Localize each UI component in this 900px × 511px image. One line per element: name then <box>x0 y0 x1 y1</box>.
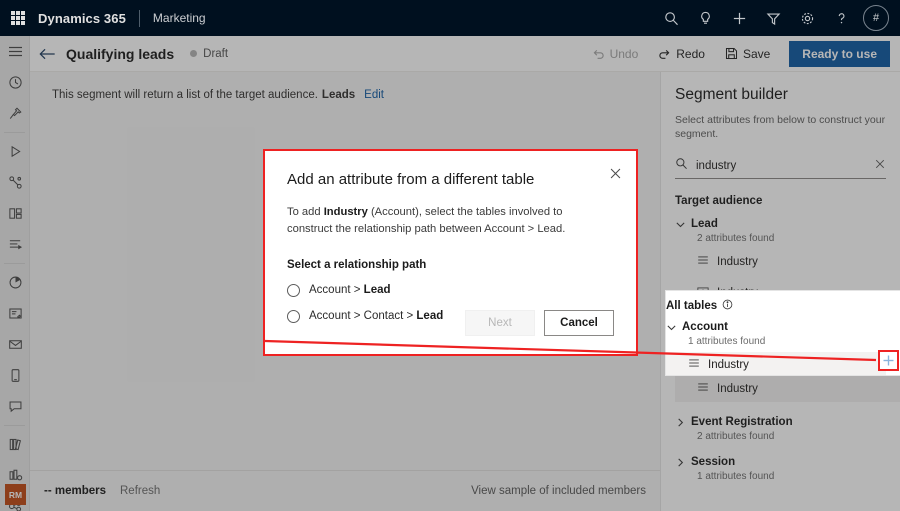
next-button[interactable]: Next <box>465 310 535 336</box>
relationship-path-label: Select a relationship path <box>287 259 614 271</box>
all-tables-header-highlight: All tables <box>666 299 886 313</box>
radio-label-prefix: Account > Contact > <box>309 310 416 322</box>
description-prefix: To add <box>287 206 324 218</box>
dialog-description: To add Industry (Account), select the ta… <box>287 204 595 238</box>
radio-button-icon[interactable] <box>287 310 300 323</box>
radio-label: Account > Lead <box>309 284 391 296</box>
highlighted-account-section: All tables Account 1 attributes found In… <box>666 291 900 375</box>
radio-label-bold: Lead <box>416 310 443 322</box>
app-window: Dynamics 365 Marketing # <box>0 0 900 511</box>
radio-button-icon[interactable] <box>287 284 300 297</box>
option-set-icon <box>688 356 700 374</box>
account-industry-row[interactable]: Industry <box>666 352 886 375</box>
chevron-down-icon[interactable] <box>666 322 677 333</box>
radio-label: Account > Contact > Lead <box>309 310 443 322</box>
add-attribute-dialog: Add an attribute from a different table … <box>263 149 638 356</box>
description-attribute: Industry <box>324 206 368 218</box>
dialog-actions: Next Cancel <box>465 310 614 336</box>
add-attribute-plus-button[interactable] <box>878 350 899 371</box>
dialog-title: Add an attribute from a different table <box>287 171 614 188</box>
radio-option-account-lead[interactable]: Account > Lead <box>287 284 614 297</box>
table-attribute-count: 1 attributes found <box>688 336 886 347</box>
info-icon[interactable] <box>722 299 733 313</box>
all-tables-label: All tables <box>666 300 717 312</box>
table-name: Account <box>682 321 728 333</box>
modal-overlay-header <box>0 0 900 36</box>
attribute-name: Industry <box>708 359 749 371</box>
cancel-button[interactable]: Cancel <box>544 310 614 336</box>
close-icon[interactable] <box>609 167 622 185</box>
radio-label-bold: Lead <box>364 284 391 296</box>
radio-label-prefix: Account > <box>309 284 364 296</box>
table-row[interactable]: Account <box>666 321 886 333</box>
